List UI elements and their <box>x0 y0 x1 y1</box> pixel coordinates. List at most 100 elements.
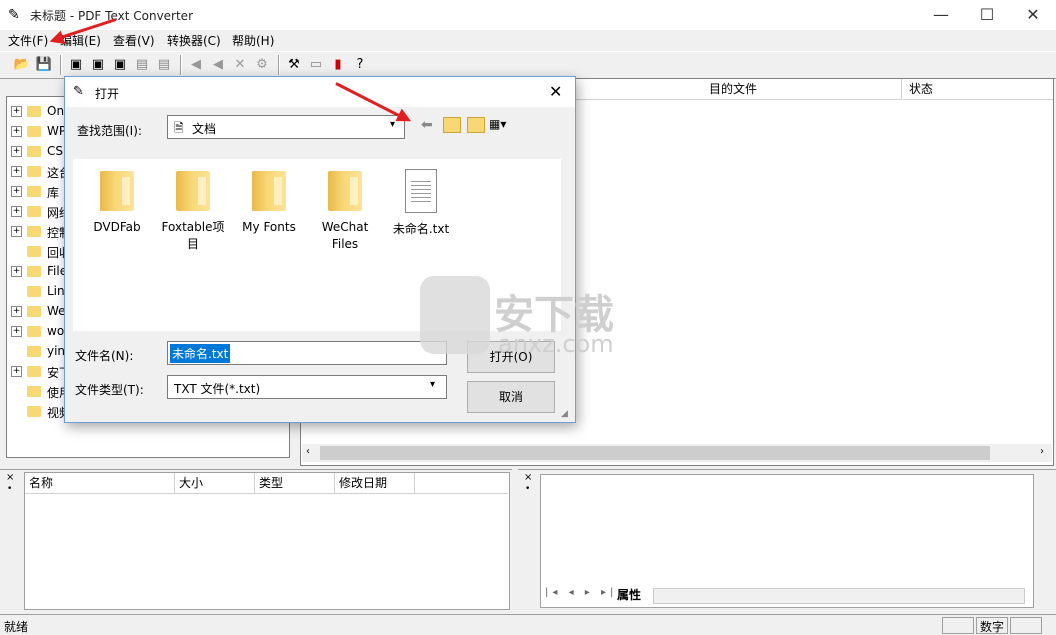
panel-pin-icon[interactable]: • <box>525 484 530 494</box>
filename-label: 文件名(N): <box>75 349 134 363</box>
panel-close-icon[interactable]: × <box>6 472 14 483</box>
column-header-size[interactable]: 大小 <box>175 473 255 494</box>
tab-nav-arrows-icon[interactable]: |◂ ◂ ▸ ▸| <box>545 587 617 598</box>
column-header-status[interactable]: 状态 <box>903 79 1053 100</box>
file-item-label: 未命名.txt <box>392 222 450 236</box>
cancel-button[interactable]: 取消 <box>467 381 555 413</box>
num-lock-indicator: 数字 <box>976 617 1008 634</box>
previous-icon[interactable]: ◀ <box>208 55 228 75</box>
look-in-dropdown[interactable]: 🗎 文档 ▾ <box>167 115 405 139</box>
menu-view[interactable]: 查看(V) <box>113 32 155 49</box>
folder-icon <box>100 171 134 211</box>
folder-icon <box>27 323 43 339</box>
file-item[interactable]: 未命名.txt <box>385 167 457 238</box>
open-file-dialog: ✎ 打开 ✕ 查找范围(I): 🗎 文档 ▾ ⬅ ▦▾ DVDFab Foxtab… <box>64 76 576 423</box>
view-mode-1-icon[interactable]: ▣ <box>66 55 86 75</box>
folder-item[interactable]: WeChat Files <box>309 167 381 253</box>
watermark-shield-icon <box>420 276 490 354</box>
hammer-icon[interactable]: ⚒ <box>284 55 304 75</box>
folder-item[interactable]: My Fonts <box>233 167 305 236</box>
folder-icon <box>27 203 43 219</box>
scrollbar-thumb[interactable] <box>320 446 990 460</box>
tree-expand-icon[interactable]: + <box>11 226 22 237</box>
tab-properties[interactable]: 属性 <box>617 586 641 603</box>
tree-item-label: wo <box>47 324 65 338</box>
text-file-icon <box>405 169 437 213</box>
open-folder-icon[interactable]: 📂 <box>12 55 32 75</box>
panel-pin-icon[interactable]: • <box>7 484 12 494</box>
toolbar: 📂 💾 ▣ ▣ ▣ ▤ ▤ ◀ ◀ ✕ ⚙ ⚒ ▭ ▮ ? <box>0 51 1056 79</box>
tree-expand-icon[interactable]: + <box>11 206 22 217</box>
view-mode-2-icon[interactable]: ▣ <box>88 55 108 75</box>
tree-expand-icon[interactable]: + <box>11 326 22 337</box>
tree-expand-icon[interactable]: + <box>11 306 22 317</box>
up-folder-icon[interactable] <box>443 117 461 133</box>
folder-item[interactable]: Foxtable项目 <box>157 167 229 253</box>
column-header-type[interactable]: 类型 <box>255 473 335 494</box>
resize-grip-icon[interactable]: ◢ <box>561 409 568 419</box>
first-icon[interactable]: ◀ <box>186 55 206 75</box>
tree-item-label: yin <box>47 344 66 358</box>
horizontal-scrollbar[interactable]: ‹ › <box>302 444 1052 462</box>
filetype-value: TXT 文件(*.txt) <box>174 382 261 396</box>
tree-expand-icon[interactable]: + <box>11 366 22 377</box>
look-in-value: 文档 <box>192 122 217 136</box>
filename-value[interactable]: 未命名.txt <box>170 344 231 363</box>
menu-converter[interactable]: 转换器(C) <box>167 32 221 49</box>
folder-icon <box>27 303 43 319</box>
column-header-modified[interactable]: 修改日期 <box>335 473 415 494</box>
folder-icon <box>27 363 43 379</box>
tree-expand-icon[interactable]: + <box>11 126 22 137</box>
tree-expand-icon[interactable]: + <box>11 146 22 157</box>
documents-icon: 🗎 <box>174 121 184 135</box>
settings-gear-icon[interactable]: ⚙ <box>252 55 272 75</box>
filetype-dropdown[interactable]: TXT 文件(*.txt) ▾ <box>167 375 447 399</box>
column-header-name[interactable]: 名称 <box>25 473 175 494</box>
folder-icon <box>27 383 43 399</box>
help-icon[interactable]: ? <box>350 55 370 75</box>
tree-item-label: Lin <box>47 284 65 298</box>
file-details-list[interactable]: 名称 大小 类型 修改日期 <box>24 472 510 610</box>
filename-input[interactable]: 未命名.txt <box>167 341 447 365</box>
folder-icon <box>27 243 43 259</box>
panel-close-icon[interactable]: × <box>524 472 532 483</box>
delete-icon[interactable]: ✕ <box>230 55 250 75</box>
chevron-down-icon[interactable]: ▾ <box>430 379 435 390</box>
document-icon[interactable]: ▭ <box>306 55 326 75</box>
folder-item[interactable]: DVDFab <box>81 167 153 236</box>
save-icon[interactable]: 💾 <box>34 55 54 75</box>
maximize-button[interactable]: ☐ <box>964 0 1010 30</box>
props-horizontal-scrollbar[interactable] <box>653 588 1025 604</box>
tree-item-label: On <box>47 104 65 118</box>
add-file-icon[interactable]: ▤ <box>132 55 152 75</box>
scroll-left-icon[interactable]: ‹ <box>306 446 310 457</box>
file-item-label: WeChat Files <box>321 220 369 251</box>
back-arrow-icon[interactable]: ⬅ <box>421 117 433 133</box>
new-folder-icon[interactable] <box>467 117 485 133</box>
scroll-right-icon[interactable]: › <box>1040 446 1044 457</box>
tree-expand-icon[interactable]: + <box>11 166 22 177</box>
folder-icon <box>27 103 43 119</box>
status-cell <box>1010 617 1042 634</box>
tree-expand-icon[interactable]: + <box>11 106 22 117</box>
view-menu-icon[interactable]: ▦▾ <box>489 117 506 131</box>
close-button[interactable]: ✕ <box>1010 0 1056 30</box>
column-header-target[interactable]: 目的文件 <box>703 79 902 100</box>
toolbar-separator <box>60 55 62 75</box>
minimize-button[interactable]: — <box>918 0 964 30</box>
folder-icon <box>27 123 43 139</box>
dialog-close-icon[interactable]: ✕ <box>549 82 562 101</box>
dialog-title-bar: ✎ 打开 ✕ <box>65 77 575 107</box>
view-mode-3-icon[interactable]: ▣ <box>110 55 130 75</box>
app-icon: ✎ <box>8 7 20 23</box>
menu-file[interactable]: 文件(F) <box>8 32 48 49</box>
menu-help[interactable]: 帮助(H) <box>232 32 274 49</box>
add-folder-icon[interactable]: ▤ <box>154 55 174 75</box>
toolbar-separator <box>278 55 280 75</box>
tree-expand-icon[interactable]: + <box>11 266 22 277</box>
dialog-app-icon: ✎ <box>73 84 84 99</box>
convert-icon[interactable]: ▮ <box>328 55 348 75</box>
folder-icon <box>27 143 43 159</box>
tree-expand-icon[interactable]: + <box>11 186 22 197</box>
tree-item-label: CS <box>47 144 63 158</box>
